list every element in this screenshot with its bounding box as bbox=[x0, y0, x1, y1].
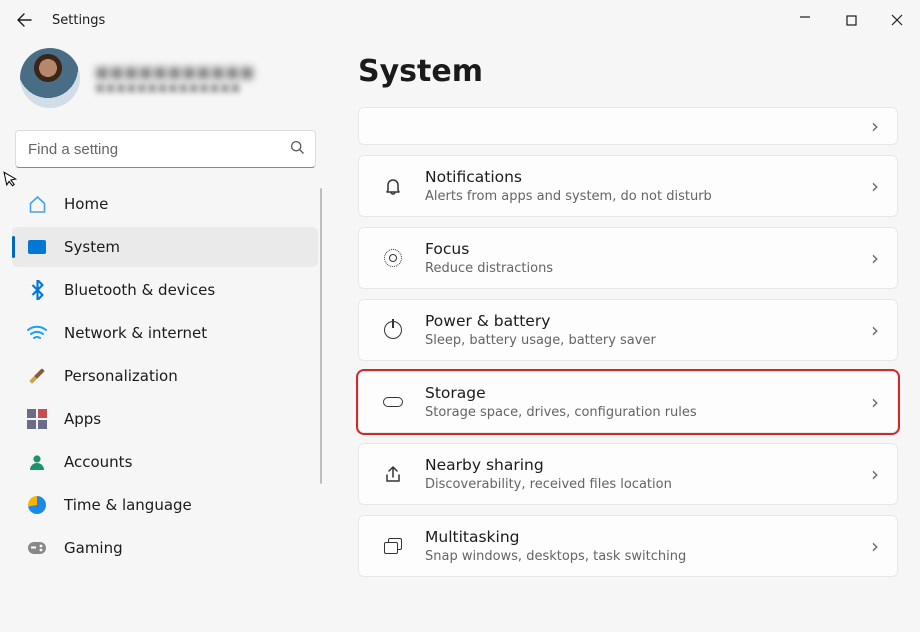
settings-card-multitasking[interactable]: Multitasking Snap windows, desktops, tas… bbox=[358, 515, 898, 577]
card-subtitle: Reduce distractions bbox=[425, 261, 871, 276]
sidebar-item-system[interactable]: System bbox=[12, 227, 318, 267]
sidebar-item-label: Apps bbox=[64, 410, 101, 428]
settings-card-nearby[interactable]: Nearby sharing Discoverability, received… bbox=[358, 443, 898, 505]
time-icon bbox=[26, 494, 48, 516]
network-icon bbox=[26, 322, 48, 344]
window-minimize-button[interactable] bbox=[782, 0, 828, 37]
home-icon bbox=[26, 193, 48, 215]
card-subtitle: Storage space, drives, configuration rul… bbox=[425, 405, 871, 420]
chevron-right-icon: › bbox=[871, 174, 879, 198]
search-box[interactable] bbox=[15, 130, 316, 168]
accounts-icon bbox=[26, 451, 48, 473]
power-icon bbox=[379, 321, 407, 339]
settings-card-storage[interactable]: Storage Storage space, drives, configura… bbox=[358, 371, 898, 433]
multitasking-icon bbox=[379, 538, 407, 554]
card-title: Notifications bbox=[425, 168, 871, 187]
settings-card-focus[interactable]: Focus Reduce distractions › bbox=[358, 227, 898, 289]
sidebar-item-label: Gaming bbox=[64, 539, 123, 557]
chevron-right-icon: › bbox=[871, 318, 879, 342]
page-heading: System bbox=[358, 54, 898, 89]
apps-icon bbox=[26, 408, 48, 430]
sidebar-item-label: Accounts bbox=[64, 453, 132, 471]
sidebar-item-accounts[interactable]: Accounts bbox=[12, 442, 318, 482]
sidebar-item-bluetooth[interactable]: Bluetooth & devices bbox=[12, 270, 318, 310]
sidebar-item-label: System bbox=[64, 238, 120, 256]
settings-card-truncated[interactable]: › bbox=[358, 107, 898, 145]
sidebar-item-apps[interactable]: Apps bbox=[12, 399, 318, 439]
cursor-icon bbox=[2, 169, 20, 193]
card-title: Multitasking bbox=[425, 528, 871, 547]
chevron-right-icon: › bbox=[871, 246, 879, 270]
user-email: ■■■■■■■■■■■■■■ bbox=[95, 81, 254, 94]
search-icon bbox=[290, 140, 305, 159]
focus-icon bbox=[379, 249, 407, 267]
main-content: System › Notifications Alerts from apps … bbox=[332, 40, 920, 632]
window-maximize-button[interactable] bbox=[828, 0, 874, 40]
card-title: Power & battery bbox=[425, 312, 871, 331]
sidebar-item-network[interactable]: Network & internet bbox=[12, 313, 318, 353]
personalization-icon bbox=[21, 360, 52, 391]
sidebar-nav: Home System Bluetooth & devices Network … bbox=[10, 184, 320, 568]
settings-card-notifications[interactable]: Notifications Alerts from apps and syste… bbox=[358, 155, 898, 217]
avatar bbox=[20, 48, 80, 108]
sidebar-item-home[interactable]: Home bbox=[12, 184, 318, 224]
sidebar-item-label: Personalization bbox=[64, 367, 178, 385]
card-subtitle: Alerts from apps and system, do not dist… bbox=[425, 189, 871, 204]
sidebar-item-personalization[interactable]: Personalization bbox=[12, 356, 318, 396]
card-subtitle: Snap windows, desktops, task switching bbox=[425, 549, 871, 564]
sidebar-item-time[interactable]: Time & language bbox=[12, 485, 318, 525]
gaming-icon bbox=[26, 537, 48, 559]
settings-card-power[interactable]: Power & battery Sleep, battery usage, ba… bbox=[358, 299, 898, 361]
system-icon bbox=[26, 236, 48, 258]
card-title: Storage bbox=[425, 384, 871, 403]
titlebar: Settings bbox=[0, 0, 920, 40]
card-subtitle: Discoverability, received files location bbox=[425, 477, 871, 492]
chevron-right-icon: › bbox=[871, 462, 879, 486]
sidebar-item-label: Bluetooth & devices bbox=[64, 281, 215, 299]
storage-icon bbox=[379, 397, 407, 407]
sidebar: ■■■■■■■■■■■ ■■■■■■■■■■■■■■ Home System bbox=[0, 40, 332, 632]
back-button[interactable] bbox=[8, 4, 40, 36]
sidebar-item-gaming[interactable]: Gaming bbox=[12, 528, 318, 568]
user-account-button[interactable]: ■■■■■■■■■■■ ■■■■■■■■■■■■■■ bbox=[10, 40, 320, 126]
user-name: ■■■■■■■■■■■ bbox=[95, 63, 254, 81]
nearby-sharing-icon bbox=[379, 465, 407, 484]
sidebar-scrollbar[interactable] bbox=[320, 188, 322, 484]
card-subtitle: Sleep, battery usage, battery saver bbox=[425, 333, 871, 348]
chevron-right-icon: › bbox=[871, 114, 879, 138]
window-close-button[interactable] bbox=[874, 0, 920, 40]
card-title: Focus bbox=[425, 240, 871, 259]
card-title: Nearby sharing bbox=[425, 456, 871, 475]
sidebar-item-label: Network & internet bbox=[64, 324, 207, 342]
chevron-right-icon: › bbox=[871, 534, 879, 558]
search-input[interactable] bbox=[26, 140, 290, 159]
bluetooth-icon bbox=[26, 279, 48, 301]
sidebar-item-label: Time & language bbox=[64, 496, 192, 514]
notifications-icon bbox=[379, 177, 407, 195]
sidebar-item-label: Home bbox=[64, 195, 108, 213]
chevron-right-icon: › bbox=[871, 390, 879, 414]
window-title: Settings bbox=[52, 13, 105, 28]
